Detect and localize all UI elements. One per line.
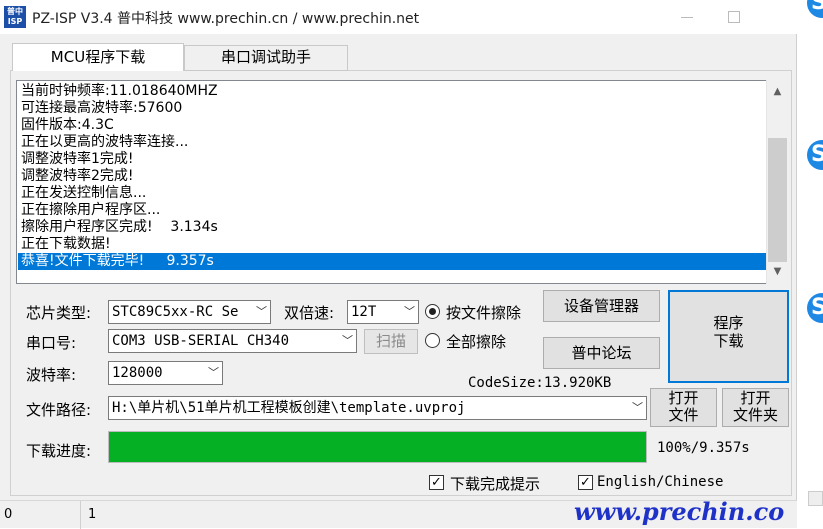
baud-rate-value: 128000 — [112, 365, 163, 381]
radio-selected-dot — [429, 308, 436, 315]
download-progress-fill — [109, 432, 646, 462]
baud-rate-select[interactable]: 128000 ﹀ — [108, 361, 223, 385]
code-size-text: CodeSize:13.920KB — [468, 375, 612, 391]
double-speed-value: 12T — [351, 304, 377, 320]
serial-port-label: 串口号: — [26, 334, 77, 352]
language-label[interactable]: English/Chinese — [597, 474, 723, 490]
chevron-down-icon: ﹀ — [208, 366, 219, 379]
scroll-down-arrow-icon[interactable]: ▼ — [768, 262, 787, 282]
tab-mcu-download[interactable]: MCU程序下载 — [12, 43, 184, 71]
log-output[interactable]: 当前时钟频率:11.018640MHZ 可连接最高波特率:57600 固件版本:… — [16, 80, 789, 284]
device-manager-button[interactable]: 设备管理器 — [543, 290, 660, 322]
log-line: 调整波特率2完成! — [21, 168, 134, 184]
open-folder-label: 文件夹 — [732, 406, 778, 424]
log-line: 固件版本:4.3C — [21, 117, 114, 133]
open-folder-button[interactable]: 打开 文件夹 — [722, 388, 789, 427]
chip-type-select[interactable]: STC89C5xx-RC Se ﹀ — [108, 300, 271, 324]
progress-label: 下载进度: — [26, 442, 92, 460]
erase-by-file-label[interactable]: 按文件擦除 — [446, 302, 521, 323]
completion-prompt-checkbox[interactable]: ✓ — [429, 475, 444, 490]
log-line-selected: 恭喜!文件下载完毕! 9.357s — [18, 253, 769, 270]
file-path-value: H:\单片机\51单片机工程模板创建\template.uvproj — [112, 400, 466, 416]
log-line: 调整波特率1完成! — [21, 151, 134, 167]
chip-type-value: STC89C5xx-RC Se — [112, 304, 239, 320]
status-divider — [80, 501, 81, 529]
log-line: 正在下载数据! — [21, 236, 111, 252]
language-checkbox[interactable]: ✓ — [578, 475, 593, 490]
log-line: 正在以更高的波特率连接... — [21, 134, 189, 150]
scroll-up-arrow-icon[interactable]: ▲ — [768, 82, 787, 102]
double-speed-select[interactable]: 12T ﹀ — [347, 300, 419, 324]
maximize-button[interactable] — [714, 0, 754, 34]
completion-prompt-label[interactable]: 下载完成提示 — [450, 473, 540, 494]
open-folder-label: 打开 — [740, 389, 771, 407]
serial-port-select[interactable]: COM3 USB-SERIAL CH340 ﹀ — [108, 329, 357, 353]
minimize-button[interactable] — [667, 0, 707, 34]
log-line: 正在发送控制信息... — [21, 185, 147, 201]
background-app-edge — [797, 0, 823, 528]
log-line: 擦除用户程序区完成! 3.134s — [21, 219, 218, 235]
status-field-2: 1 — [88, 507, 97, 522]
chevron-down-icon: ﹀ — [256, 305, 267, 318]
watermark-text: www.prechin.co — [574, 497, 785, 526]
erase-by-file-radio[interactable] — [425, 304, 440, 319]
program-download-label: 下载 — [713, 332, 744, 350]
baud-rate-label: 波特率: — [26, 366, 77, 384]
chevron-down-icon: ﹀ — [632, 401, 643, 414]
serial-port-value: COM3 USB-SERIAL CH340 — [112, 333, 290, 349]
scan-button[interactable]: 扫描 — [364, 329, 418, 354]
tab-serial-assistant[interactable]: 串口调试助手 — [184, 45, 348, 71]
log-line: 当前时钟频率:11.018640MHZ — [21, 83, 218, 99]
open-file-label: 文件 — [668, 406, 699, 424]
program-download-button[interactable]: 程序 下载 — [668, 290, 789, 383]
erase-all-radio[interactable] — [425, 333, 440, 348]
open-file-button[interactable]: 打开 文件 — [650, 388, 717, 427]
double-speed-label: 双倍速: — [284, 304, 335, 322]
erase-all-label[interactable]: 全部擦除 — [446, 331, 506, 352]
file-path-select[interactable]: H:\单片机\51单片机工程模板创建\template.uvproj ﹀ — [108, 396, 647, 420]
file-path-label: 文件路径: — [26, 401, 92, 419]
title-bar: 普中ISP PZ-ISP V3.4 普中科技 www.prechin.cn / … — [0, 0, 797, 34]
open-file-label: 打开 — [668, 389, 699, 407]
status-field-1: 0 — [4, 507, 13, 522]
progress-text: 100%/9.357s — [657, 440, 750, 456]
scroll-thumb[interactable] — [768, 138, 787, 262]
log-line: 可连接最高波特率:57600 — [21, 100, 183, 116]
chevron-down-icon: ﹀ — [342, 334, 353, 347]
log-line: 正在擦除用户程序区... — [21, 202, 161, 218]
chip-type-label: 芯片类型: — [26, 304, 92, 322]
app-logo-icon: 普中ISP — [4, 6, 26, 28]
program-download-label: 程序 — [713, 314, 744, 332]
window-title: PZ-ISP V3.4 普中科技 www.prechin.cn / www.pr… — [32, 11, 420, 27]
forum-button[interactable]: 普中论坛 — [543, 337, 660, 369]
background-scroll-icon — [808, 491, 823, 506]
chevron-down-icon: ﹀ — [404, 305, 415, 318]
